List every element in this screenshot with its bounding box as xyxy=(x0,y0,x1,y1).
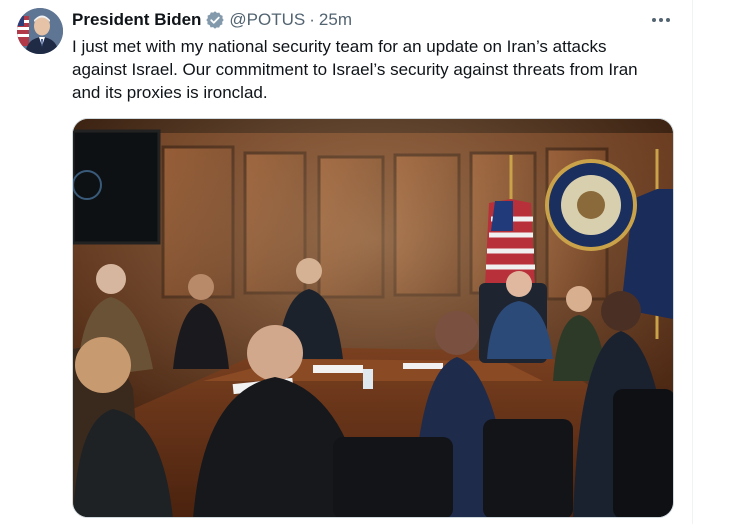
tweet-photo[interactable] xyxy=(72,118,674,518)
timestamp[interactable]: 25m xyxy=(319,10,352,30)
column-divider xyxy=(692,0,693,524)
more-options-button[interactable] xyxy=(648,11,674,29)
tweet-text-line: I just met with my national security tea… xyxy=(72,37,607,56)
situation-room-photo xyxy=(73,119,673,517)
tweet-header: President Biden @POTUS · 25m xyxy=(72,9,352,31)
tweet-text-line: against Israel. Our commitment to Israel… xyxy=(72,60,638,79)
tweet-text: I just met with my national security tea… xyxy=(72,35,682,104)
avatar-image xyxy=(17,8,63,54)
verified-badge-icon xyxy=(205,10,225,30)
more-horizontal-icon xyxy=(652,18,670,22)
separator-dot: · xyxy=(309,10,315,29)
tweet-text-line: and its proxies is ironclad. xyxy=(72,83,268,102)
tweet-card[interactable]: President Biden @POTUS · 25m I just met … xyxy=(0,0,692,524)
avatar[interactable] xyxy=(17,8,63,54)
author-name[interactable]: President Biden xyxy=(72,10,201,30)
author-handle[interactable]: @POTUS xyxy=(229,10,305,30)
